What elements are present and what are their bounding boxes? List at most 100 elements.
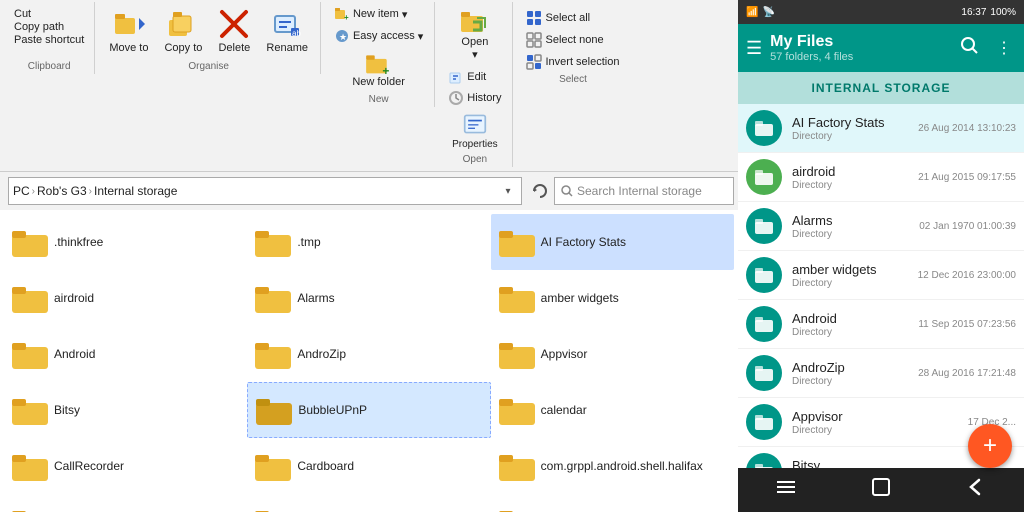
file-item[interactable]: .thinkfree (4, 214, 247, 270)
explorer-panel: Cut Copy path Paste shortcut Clipboard (0, 0, 738, 512)
android-file-info: AndroZip Directory (792, 360, 918, 387)
android-list-item[interactable]: airdroid Directory 21 Aug 2015 09:17:55 (738, 153, 1024, 202)
copy-to-button[interactable]: Copy to (158, 4, 208, 58)
file-item[interactable]: ctemp (4, 494, 247, 512)
file-name: AndroZip (297, 347, 346, 361)
file-item[interactable]: CallRecorder (4, 438, 247, 494)
new-folder-button[interactable]: + New folder (346, 48, 411, 92)
hamburger-icon[interactable]: ☰ (746, 38, 762, 59)
file-item[interactable]: calendar (491, 382, 734, 438)
file-item[interactable]: Alarms (247, 270, 490, 326)
rename-button[interactable]: ab Rename (260, 4, 314, 58)
android-file-info: Android Directory (792, 311, 918, 338)
easy-access-button[interactable]: ★ Easy access ▾ (329, 26, 428, 46)
delete-button[interactable]: Delete (212, 4, 256, 58)
file-item[interactable]: DCIM (491, 494, 734, 512)
android-folder-icon (746, 355, 782, 391)
select-none-button[interactable]: Select none (521, 30, 624, 50)
file-item[interactable]: com.grppl.android.shell.halifax (491, 438, 734, 494)
new-item-button[interactable]: + New item ▾ (329, 4, 412, 24)
android-search-icon (960, 36, 980, 56)
android-bottom-bar (738, 468, 1024, 512)
android-file-info: AI Factory Stats Directory (792, 115, 918, 142)
file-item[interactable]: AI Factory Stats (491, 214, 734, 270)
android-search-button[interactable] (956, 32, 984, 65)
file-item[interactable]: BubbleUPnP (247, 382, 490, 438)
folder-svg (754, 363, 774, 383)
android-file-name: AI Factory Stats (792, 115, 918, 130)
invert-selection-icon (526, 54, 542, 70)
android-list-item[interactable]: Android Directory 11 Sep 2015 07:23:56 (738, 300, 1024, 349)
file-name: calendar (541, 403, 587, 417)
android-more-button[interactable]: ⋮ (992, 34, 1016, 62)
folder-icon (12, 339, 48, 369)
svg-text:ab: ab (292, 29, 301, 38)
android-back-button[interactable] (955, 472, 997, 508)
breadcrumb-robs-g3[interactable]: Rob's G3 (37, 184, 87, 198)
open-button[interactable]: Open ▾ (443, 4, 506, 65)
file-item[interactable]: data (247, 494, 490, 512)
address-dropdown-button[interactable]: ▾ (499, 182, 517, 200)
move-icon (113, 8, 145, 40)
new-group: + New item ▾ ★ Easy access ▾ (323, 2, 435, 107)
fab-add-button[interactable]: + (968, 424, 1012, 468)
paste-shortcut-label[interactable]: Paste shortcut (14, 34, 84, 46)
file-item[interactable]: AndroZip (247, 326, 490, 382)
android-file-name: Alarms (792, 213, 919, 228)
android-list-item[interactable]: AI Factory Stats Directory 26 Aug 2014 1… (738, 104, 1024, 153)
android-file-type: Directory (792, 425, 968, 436)
breadcrumb-pc[interactable]: PC (13, 184, 30, 198)
select-all-button[interactable]: Select all (521, 8, 624, 28)
android-file-date: 11 Sep 2015 07:23:56 (918, 319, 1016, 330)
invert-selection-button[interactable]: Invert selection (521, 52, 624, 72)
file-item[interactable]: airdroid (4, 270, 247, 326)
android-home-button[interactable] (860, 472, 902, 508)
folder-icon (12, 227, 48, 257)
file-name: CallRecorder (54, 459, 124, 473)
file-name: AI Factory Stats (541, 235, 626, 249)
refresh-button[interactable] (530, 181, 550, 201)
move-to-button[interactable]: Move to (103, 4, 154, 58)
file-item[interactable]: Android (4, 326, 247, 382)
edit-button[interactable]: Edit (443, 67, 506, 87)
properties-button[interactable]: Properties (443, 110, 506, 152)
file-name: amber widgets (541, 291, 619, 305)
file-item[interactable]: Cardboard (247, 438, 490, 494)
copy-path-label[interactable]: Copy path (14, 21, 84, 33)
file-name: airdroid (54, 291, 94, 305)
file-item[interactable]: .tmp (247, 214, 490, 270)
open-group: Open ▾ Edit (437, 2, 513, 167)
android-list-item[interactable]: AndroZip Directory 28 Aug 2016 17:21:48 (738, 349, 1024, 398)
file-name: Alarms (297, 291, 334, 305)
folder-icon (499, 507, 535, 512)
file-item[interactable]: Bitsy (4, 382, 247, 438)
android-list-item[interactable]: amber widgets Directory 12 Dec 2016 23:0… (738, 251, 1024, 300)
android-folder-icon (746, 110, 782, 146)
history-icon (448, 90, 464, 106)
wifi-icon: 📶 (746, 7, 758, 18)
clock: 16:37 (961, 7, 986, 18)
android-menu-button[interactable] (765, 472, 807, 508)
folder-icon (255, 507, 291, 512)
file-name: .tmp (297, 235, 320, 249)
folder-icon (256, 395, 292, 425)
file-item[interactable]: Appvisor (491, 326, 734, 382)
breadcrumb: PC › Rob's G3 › Internal storage (13, 184, 495, 198)
folder-icon (499, 283, 535, 313)
android-file-type: Directory (792, 131, 918, 142)
battery: 100% (990, 7, 1016, 18)
android-file-name: Appvisor (792, 409, 968, 424)
folder-icon (12, 395, 48, 425)
address-bar[interactable]: PC › Rob's G3 › Internal storage ▾ (8, 177, 522, 205)
file-item[interactable]: amber widgets (491, 270, 734, 326)
toolbar-subtitle: 57 folders, 4 files (770, 51, 948, 63)
android-list-item[interactable]: Alarms Directory 02 Jan 1970 01:00:39 (738, 202, 1024, 251)
history-button[interactable]: History (443, 88, 506, 108)
organise-group-label: Organise (188, 61, 229, 72)
select-all-icon (526, 10, 542, 26)
search-box[interactable]: Search Internal storage (554, 177, 734, 205)
breadcrumb-internal-storage[interactable]: Internal storage (94, 184, 177, 198)
android-panel: 📶 📡 16:37 100% ☰ My Files 57 folders, 4 … (738, 0, 1024, 512)
folder-icon (499, 339, 535, 369)
cut-label[interactable]: Cut (14, 8, 84, 20)
